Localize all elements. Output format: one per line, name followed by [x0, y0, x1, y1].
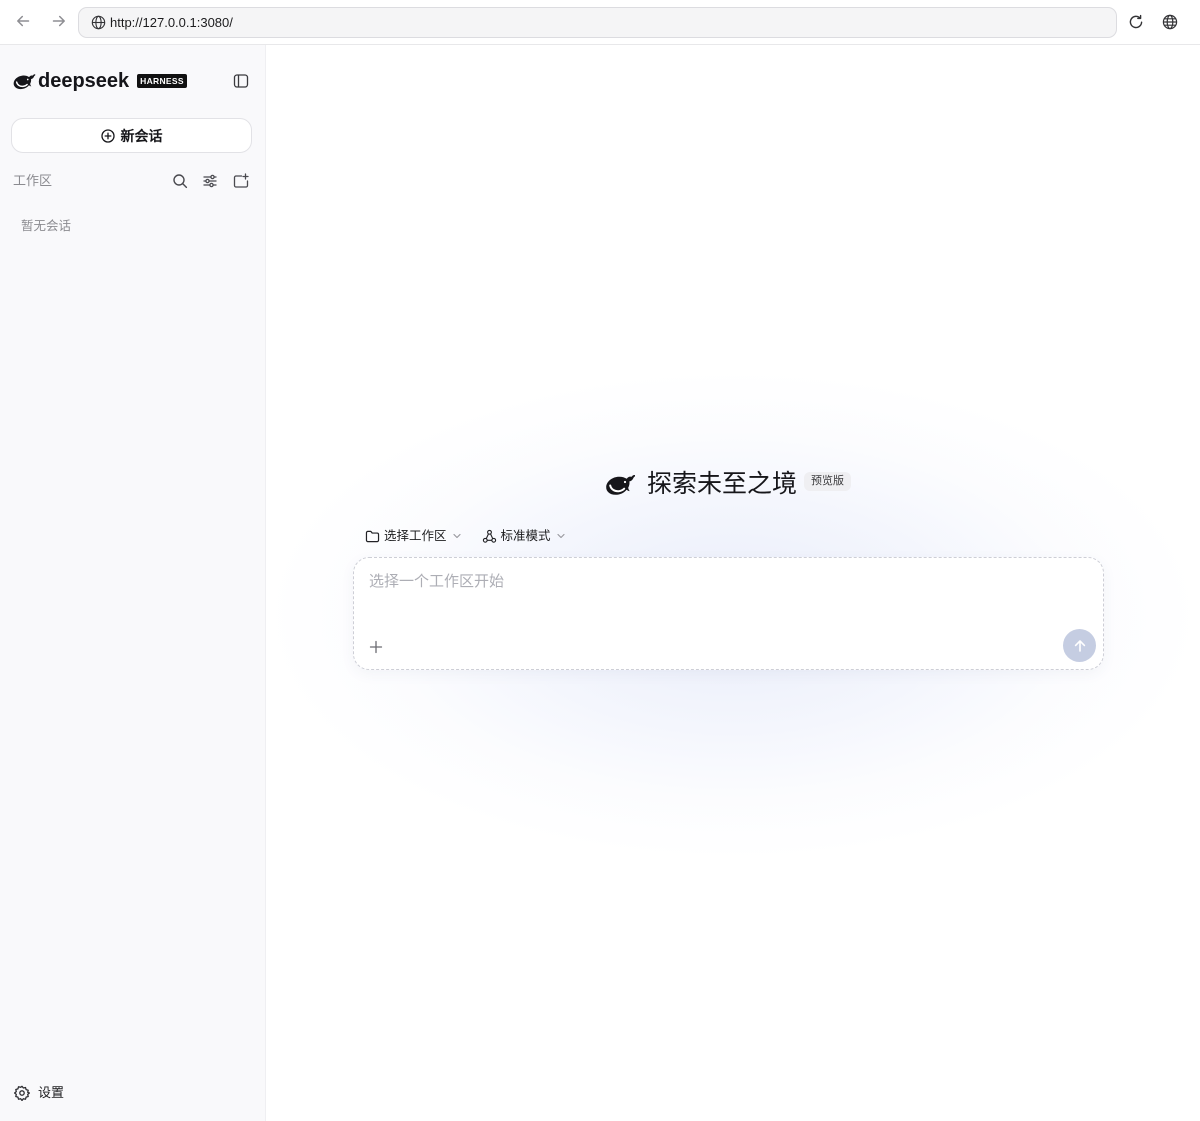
- send-button[interactable]: [1063, 629, 1096, 662]
- chevron-down-icon: [452, 531, 462, 541]
- mode-select[interactable]: 标准模式: [482, 527, 566, 545]
- sidebar-toggle-icon: [233, 73, 249, 89]
- sliders-icon: [202, 173, 218, 189]
- search-icon: [172, 173, 188, 189]
- preview-badge: 预览版: [804, 471, 852, 491]
- composer-controls: 选择工作区 标准模式: [365, 527, 566, 545]
- workspace-select[interactable]: 选择工作区: [365, 527, 462, 545]
- whale-logo-icon: [604, 472, 636, 496]
- app-window: deepseek HARNESS 新会话 工作区 暂无会话 设置 探索未至之境 …: [0, 45, 1200, 1121]
- new-chat-label: 新会话: [120, 127, 163, 144]
- new-chat-button[interactable]: 新会话: [11, 118, 252, 153]
- workspace-select-label: 选择工作区: [384, 529, 447, 543]
- message-composer: [353, 557, 1104, 670]
- arrow-up-icon: [1072, 638, 1088, 654]
- sidebar: deepseek HARNESS 新会话 工作区 暂无会话 设置: [0, 45, 266, 1121]
- empty-conversations-text: 暂无会话: [21, 219, 72, 233]
- browser-toolbar: http://127.0.0.1:3080/: [0, 0, 1200, 45]
- workspace-section-label: 工作区: [13, 173, 53, 188]
- mode-select-label: 标准模式: [500, 529, 551, 543]
- gear-icon: [14, 1085, 30, 1101]
- arrow-right-icon: [51, 13, 67, 29]
- address-url[interactable]: http://127.0.0.1:3080/: [110, 14, 233, 31]
- workspace-filter-button[interactable]: [202, 173, 218, 189]
- plus-circle-icon: [100, 128, 115, 143]
- settings-button[interactable]: 设置: [14, 1084, 64, 1102]
- translate-button[interactable]: [1162, 14, 1178, 30]
- plus-icon: [369, 640, 383, 654]
- settings-label: 设置: [38, 1085, 65, 1100]
- mode-icon: [482, 529, 497, 544]
- attach-button[interactable]: [368, 639, 384, 655]
- sidebar-toggle-button[interactable]: [233, 73, 249, 89]
- back-button[interactable]: [15, 13, 31, 29]
- address-bar[interactable]: http://127.0.0.1:3080/: [78, 7, 1117, 38]
- folder-icon: [365, 529, 380, 544]
- add-workspace-button[interactable]: [233, 173, 249, 189]
- whale-logo-icon: [12, 72, 36, 90]
- message-input[interactable]: [369, 572, 1049, 618]
- brand-logo[interactable]: deepseek HARNESS: [12, 70, 187, 92]
- folder-plus-icon: [233, 173, 249, 189]
- hero-heading: 探索未至之境 预览版: [604, 469, 852, 499]
- brand-name: deepseek: [38, 70, 130, 92]
- hero-title: 探索未至之境: [647, 470, 798, 498]
- workspace-search-button[interactable]: [172, 173, 188, 189]
- reload-icon: [1128, 14, 1144, 30]
- globe-icon: [1162, 14, 1178, 30]
- reload-button[interactable]: [1128, 14, 1144, 30]
- forward-button[interactable]: [51, 13, 67, 29]
- chevron-down-icon: [556, 531, 566, 541]
- arrow-left-icon: [15, 13, 31, 29]
- main-panel: 探索未至之境 预览版 选择工作区 标准模式: [266, 45, 1200, 1121]
- globe-icon: [91, 15, 106, 30]
- brand-badge: HARNESS: [137, 74, 187, 88]
